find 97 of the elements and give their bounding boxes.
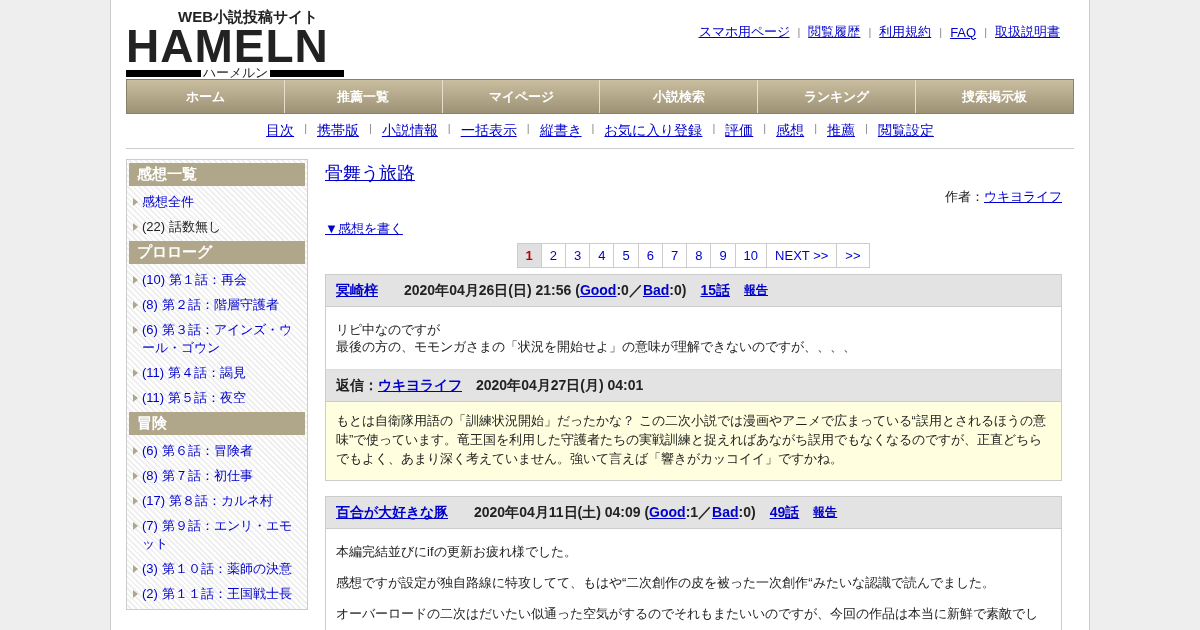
sub-nav-link[interactable]: 評価 (725, 122, 754, 140)
separator: | (591, 122, 595, 136)
sub-nav-link[interactable]: 小説情報 (381, 122, 438, 140)
report-link[interactable]: 報告 (813, 504, 838, 521)
separator: | (526, 122, 530, 136)
bullet-icon (133, 447, 138, 455)
page-button[interactable]: 5 (613, 243, 639, 268)
write-review-link[interactable]: ▼感想を書く (325, 221, 403, 236)
separator: | (369, 122, 372, 136)
site-logo[interactable]: WEB小説投稿サイト HAMELN ハーメルン (126, 8, 344, 80)
separator: | (763, 122, 767, 136)
episode-link[interactable]: 感想全件 (142, 193, 194, 211)
episode-link[interactable]: (3) 第１０話：薬師の決意 (142, 560, 292, 578)
header-link[interactable]: スマホ用ページ (698, 23, 790, 41)
episode-link[interactable]: (6) 第３話：アインズ・ウール・ゴウン (142, 321, 301, 357)
commenter-link[interactable]: 冥崎梓 (336, 281, 378, 300)
page-button[interactable]: 8 (686, 243, 712, 268)
separator: | (939, 26, 943, 38)
commenter-link[interactable]: 百合が大好きな豚 (336, 503, 448, 522)
reply-text: もとは自衛隊用語の「訓練状況開始」だったかな？ この二次小説では漫画やアニメで広まっている“誤用とされるほうの意味”で使っています。竜王国を利用した守護者たちの実戦訓練と捉えればあながち誤用でもなくなるのですが、正直どちらでもよく、あまり深く考えていません。強いて言えば「響きがカッコイイ」ですかね。 (326, 402, 1061, 480)
sub-nav-link[interactable]: 閲覧設定 (877, 122, 934, 140)
bullet-icon (133, 497, 138, 505)
sub-nav-link[interactable]: 携帯版 (317, 122, 359, 140)
comment-text: 本編完結並びにifの更新お疲れ様でした。 (336, 543, 578, 560)
comment-meta: 2020年04月11日(土) 04:09 (Good:1／Bad:0) (474, 503, 756, 522)
page-button[interactable]: 3 (564, 243, 591, 268)
header-link[interactable]: 取扱説明書 (995, 23, 1060, 41)
bullet-icon (133, 369, 138, 377)
reply-author-link[interactable]: ウキヨライフ (378, 376, 462, 395)
sidebar-text: (22) 話数無し (142, 218, 221, 236)
logo-wordmark: HAMELN (126, 26, 330, 66)
episode-link[interactable]: (17) 第８話：カルネ村 (142, 492, 273, 510)
reply-date: 2020年04月27日(月) 04:01 (476, 376, 644, 395)
sidebar-heading: 感想一覧 (129, 163, 305, 186)
episode-link[interactable]: 15話 (700, 281, 731, 300)
header-link[interactable]: 利用規約 (879, 23, 932, 41)
logo-tagline: WEB小説投稿サイト (178, 8, 319, 26)
page-button[interactable]: 2 (540, 243, 566, 268)
page-button[interactable]: 4 (589, 243, 615, 268)
episode-link[interactable]: (6) 第６話：冒険者 (142, 442, 253, 460)
bullet-icon (133, 223, 138, 231)
separator: | (712, 122, 716, 136)
episode-link[interactable]: (8) 第７話：初仕事 (142, 467, 253, 485)
page-button[interactable]: 6 (637, 243, 663, 268)
bullet-icon (133, 326, 138, 334)
sidebar-heading: プロローグ (129, 241, 305, 264)
reply-label: 返信： (336, 376, 378, 395)
separator: | (868, 26, 872, 38)
sub-nav-link[interactable]: 推薦 (827, 122, 855, 140)
sub-nav-link[interactable]: 縦書き (539, 122, 582, 140)
sub-nav-link[interactable]: 感想 (776, 122, 805, 140)
episode-link[interactable]: (2) 第１１話：王国戦士長 (142, 585, 292, 603)
episode-link[interactable]: (7) 第９話：エンリ・エモット (142, 517, 301, 553)
bullet-icon (133, 198, 138, 206)
comment-text: リピ中なのですが (336, 321, 441, 338)
bad-link[interactable]: Bad (642, 281, 670, 298)
episode-link[interactable]: (10) 第１話：再会 (142, 271, 247, 289)
sub-nav-link[interactable]: 一括表示 (460, 122, 517, 140)
separator: | (814, 122, 817, 136)
bullet-icon (133, 394, 138, 402)
bullet-icon (133, 590, 138, 598)
bullet-icon (133, 276, 138, 284)
page-button[interactable]: NEXT >> (766, 243, 838, 268)
bullet-icon (133, 565, 138, 573)
sidebar-heading: 冒険 (129, 412, 305, 435)
bullet-icon (133, 522, 138, 530)
comment-text: オーバーロードの二次はだいたい似通った空気がするのでそれもまたいいのですが、今回の作品は本当に新鮮で素敵でし (336, 605, 1039, 622)
page-button[interactable]: 7 (661, 243, 688, 268)
episode-link[interactable]: (8) 第２話：階層守護者 (142, 296, 279, 314)
good-link[interactable]: Good (649, 503, 686, 520)
episode-link[interactable]: 49話 (769, 503, 800, 522)
comment-text: 感想ですが設定が独自路線に特攻してて、もはや“二次創作の皮を被った一次創作“みたいな認識で読んでました。 (336, 574, 996, 591)
page-button[interactable]: 9 (710, 243, 736, 268)
page-button[interactable]: 1 (516, 243, 542, 268)
author-link[interactable]: ウキヨライフ (984, 188, 1062, 206)
bullet-icon (133, 472, 138, 480)
episode-link[interactable]: (11) 第４話：謁見 (142, 364, 246, 382)
bullet-icon (133, 301, 138, 309)
sub-nav-link[interactable]: お気に入り登録 (604, 122, 703, 140)
report-link[interactable]: 報告 (744, 282, 769, 299)
separator: | (447, 122, 451, 136)
page-button[interactable]: >> (836, 243, 870, 268)
good-link[interactable]: Good (579, 281, 617, 298)
separator: | (304, 122, 307, 136)
novel-title[interactable]: 骨舞う旅路 (325, 161, 415, 185)
header-link[interactable]: 閲覧履歴 (808, 23, 861, 41)
author-label: 作者： (945, 188, 984, 206)
comment-text: 最後の方の、モモンガさまの「状況を開始せよ」の意味が理解できないのですが、、、、 (336, 338, 857, 355)
sub-nav-link[interactable]: 目次 (266, 122, 295, 140)
comment-meta: 2020年04月26日(日) 21:56 (Good:0／Bad:0) (404, 281, 687, 300)
logo-reading: ハーメルン (202, 66, 268, 80)
separator: | (984, 26, 987, 38)
episode-link[interactable]: (11) 第５話：夜空 (142, 389, 246, 407)
header-link[interactable]: FAQ (950, 24, 977, 40)
separator: | (865, 122, 868, 136)
bad-link[interactable]: Bad (712, 503, 739, 520)
separator: | (797, 26, 801, 38)
